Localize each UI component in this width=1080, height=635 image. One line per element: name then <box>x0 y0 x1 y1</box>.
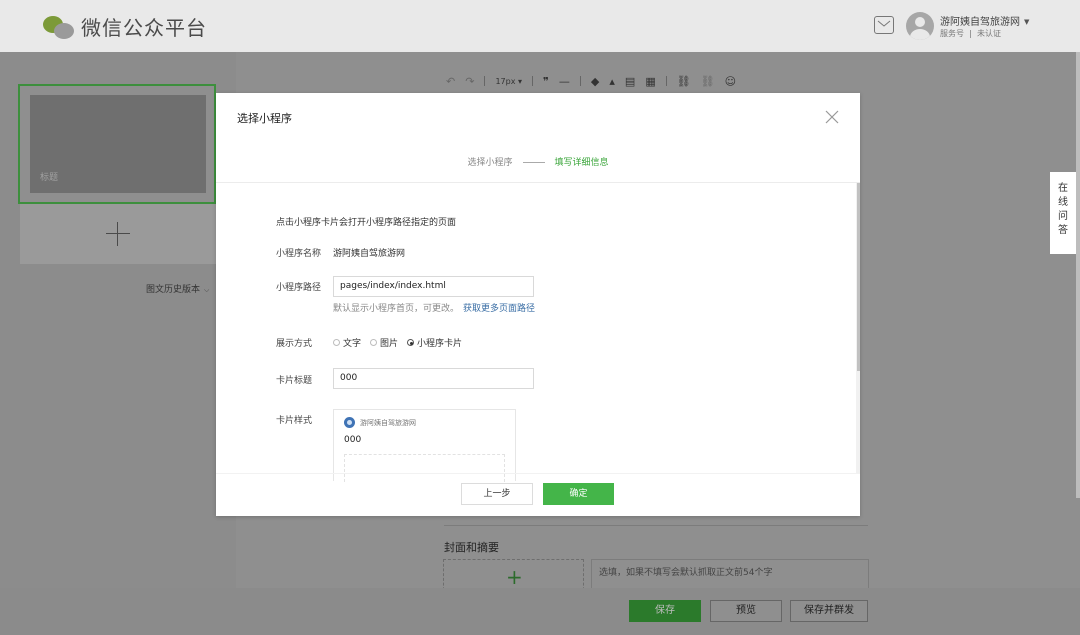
cover-image: 标题 <box>30 95 206 193</box>
preview-button[interactable]: 预览 <box>710 600 782 622</box>
radio-label: 文字 <box>343 339 362 349</box>
logo-text: 微信公众平台 <box>81 16 207 40</box>
history-version-link[interactable]: 图文历史版本 ⌵ <box>146 282 209 295</box>
horizontal-rule-icon[interactable]: — <box>559 75 570 88</box>
chevron-down-icon[interactable]: ▼ <box>1024 18 1029 26</box>
card-preview: 游阿姨自驾旅游网 000 <box>333 409 516 482</box>
account-verify-status: 未认证 <box>977 29 1001 38</box>
font-size-select[interactable]: 17px ▾ <box>495 77 522 86</box>
account-type: 服务号 <box>940 29 964 38</box>
format-paint-icon[interactable]: ◆ <box>591 75 599 88</box>
link-icon[interactable]: ⛓ <box>677 75 691 88</box>
mail-icon[interactable] <box>874 16 894 34</box>
editor-toolbar: ↶ ↷ 17px ▾ ❞ — ◆ ▴ ▤ ▦ ⛓ ⛓ ☺ <box>446 74 736 88</box>
wechat-logo-icon <box>43 14 75 40</box>
chevron-down-icon: ⌵ <box>204 286 210 294</box>
display-label: 展示方式 <box>276 339 313 349</box>
quote-icon[interactable]: ❞ <box>543 75 549 88</box>
previous-step-button[interactable]: 上一步 <box>461 483 533 505</box>
page-scrollbar[interactable] <box>1076 52 1080 498</box>
divider <box>444 525 868 526</box>
account-name[interactable]: 游阿姨自驾旅游网 <box>940 13 1020 28</box>
radio-label: 图片 <box>380 339 399 349</box>
close-icon[interactable] <box>824 109 840 125</box>
paragraph-icon[interactable]: ▤ <box>625 75 635 88</box>
account-meta: 服务号 未认证 <box>940 28 1001 39</box>
step-details: 填写详细信息 <box>554 158 609 168</box>
radio-card[interactable]: 小程序卡片 <box>407 336 462 349</box>
top-bar: 微信公众平台 游阿姨自驾旅游网 服务号 未认证 ▼ <box>0 0 1080 52</box>
name-label: 小程序名称 <box>276 249 322 259</box>
font-size-value: 17px <box>495 76 516 86</box>
clear-format-icon[interactable]: ▴ <box>609 75 615 88</box>
card-preview-name: 游阿姨自驾旅游网 <box>360 419 416 427</box>
card-preview-image <box>344 454 505 482</box>
divider <box>216 182 860 183</box>
template-icon[interactable]: ▦ <box>645 75 655 88</box>
qa-char: 答 <box>1058 225 1068 236</box>
online-qa-widget[interactable]: 在 线 问 答 <box>1050 172 1076 254</box>
divider <box>216 473 860 474</box>
more-paths-link[interactable]: 获取更多页面路径 <box>463 304 535 314</box>
summary-textarea[interactable]: 选填，如果不填写会默认抓取正文前54个字 <box>591 559 869 589</box>
step-select: 选择小程序 <box>467 158 513 168</box>
path-input[interactable]: pages/index/index.html <box>333 276 534 297</box>
card-title-label: 卡片标题 <box>276 376 313 386</box>
cover-title: 标题 <box>40 173 59 183</box>
step-indicator: 选择小程序 填写详细信息 <box>216 155 860 168</box>
plus-icon: + <box>506 565 523 589</box>
dialog-scrollbar-thumb[interactable] <box>857 183 860 371</box>
dialog-title: 选择小程序 <box>237 112 292 125</box>
radio-circle <box>370 339 378 346</box>
bottom-bar <box>0 588 1080 635</box>
path-hint: 默认显示小程序首页，可更改。 获取更多页面路径 <box>333 301 535 314</box>
radio-circle <box>333 339 340 346</box>
add-article-button[interactable] <box>20 204 216 264</box>
qa-char: 问 <box>1058 211 1068 222</box>
card-style-label: 卡片样式 <box>276 416 313 426</box>
undo-icon[interactable]: ↶ <box>446 75 455 88</box>
qa-char: 线 <box>1058 197 1068 208</box>
name-value: 游阿姨自驾旅游网 <box>333 249 406 259</box>
radio-text[interactable]: 文字 <box>333 336 361 349</box>
plus-icon <box>106 233 130 234</box>
dialog-description: 点击小程序卡片会打开小程序路径指定的页面 <box>276 218 457 228</box>
summary-placeholder: 选填，如果不填写会默认抓取正文前54个字 <box>599 568 773 578</box>
save-button[interactable]: 保存 <box>629 600 701 622</box>
history-version-label: 图文历史版本 <box>146 285 201 295</box>
article-cover-card[interactable]: 标题 <box>18 84 216 204</box>
path-label: 小程序路径 <box>276 283 322 293</box>
display-mode-radio-group: 文字 图片 小程序卡片 <box>333 336 462 349</box>
card-title-input[interactable]: 000 <box>333 368 534 389</box>
redo-icon[interactable]: ↷ <box>465 75 474 88</box>
miniprogram-icon <box>344 417 355 428</box>
path-hint-text: 默认显示小程序首页，可更改。 <box>333 304 460 314</box>
unlink-icon[interactable]: ⛓ <box>701 75 715 88</box>
radio-image[interactable]: 图片 <box>370 336 398 349</box>
wechat-logo[interactable]: 微信公众平台 <box>43 12 207 41</box>
qa-char: 在 <box>1058 183 1068 194</box>
avatar[interactable] <box>906 12 934 40</box>
confirm-button[interactable]: 确定 <box>543 483 614 505</box>
save-and-send-button[interactable]: 保存并群发 <box>790 600 868 622</box>
radio-circle-checked <box>407 339 415 346</box>
radio-label: 小程序卡片 <box>417 339 463 349</box>
emoji-icon[interactable]: ☺ <box>725 75 736 88</box>
cover-section-title: 封面和摘要 <box>444 541 499 554</box>
card-preview-title: 000 <box>344 435 362 445</box>
select-miniprogram-dialog: 选择小程序 选择小程序 填写详细信息 点击小程序卡片会打开小程序路径指定的页面 小… <box>216 93 860 516</box>
